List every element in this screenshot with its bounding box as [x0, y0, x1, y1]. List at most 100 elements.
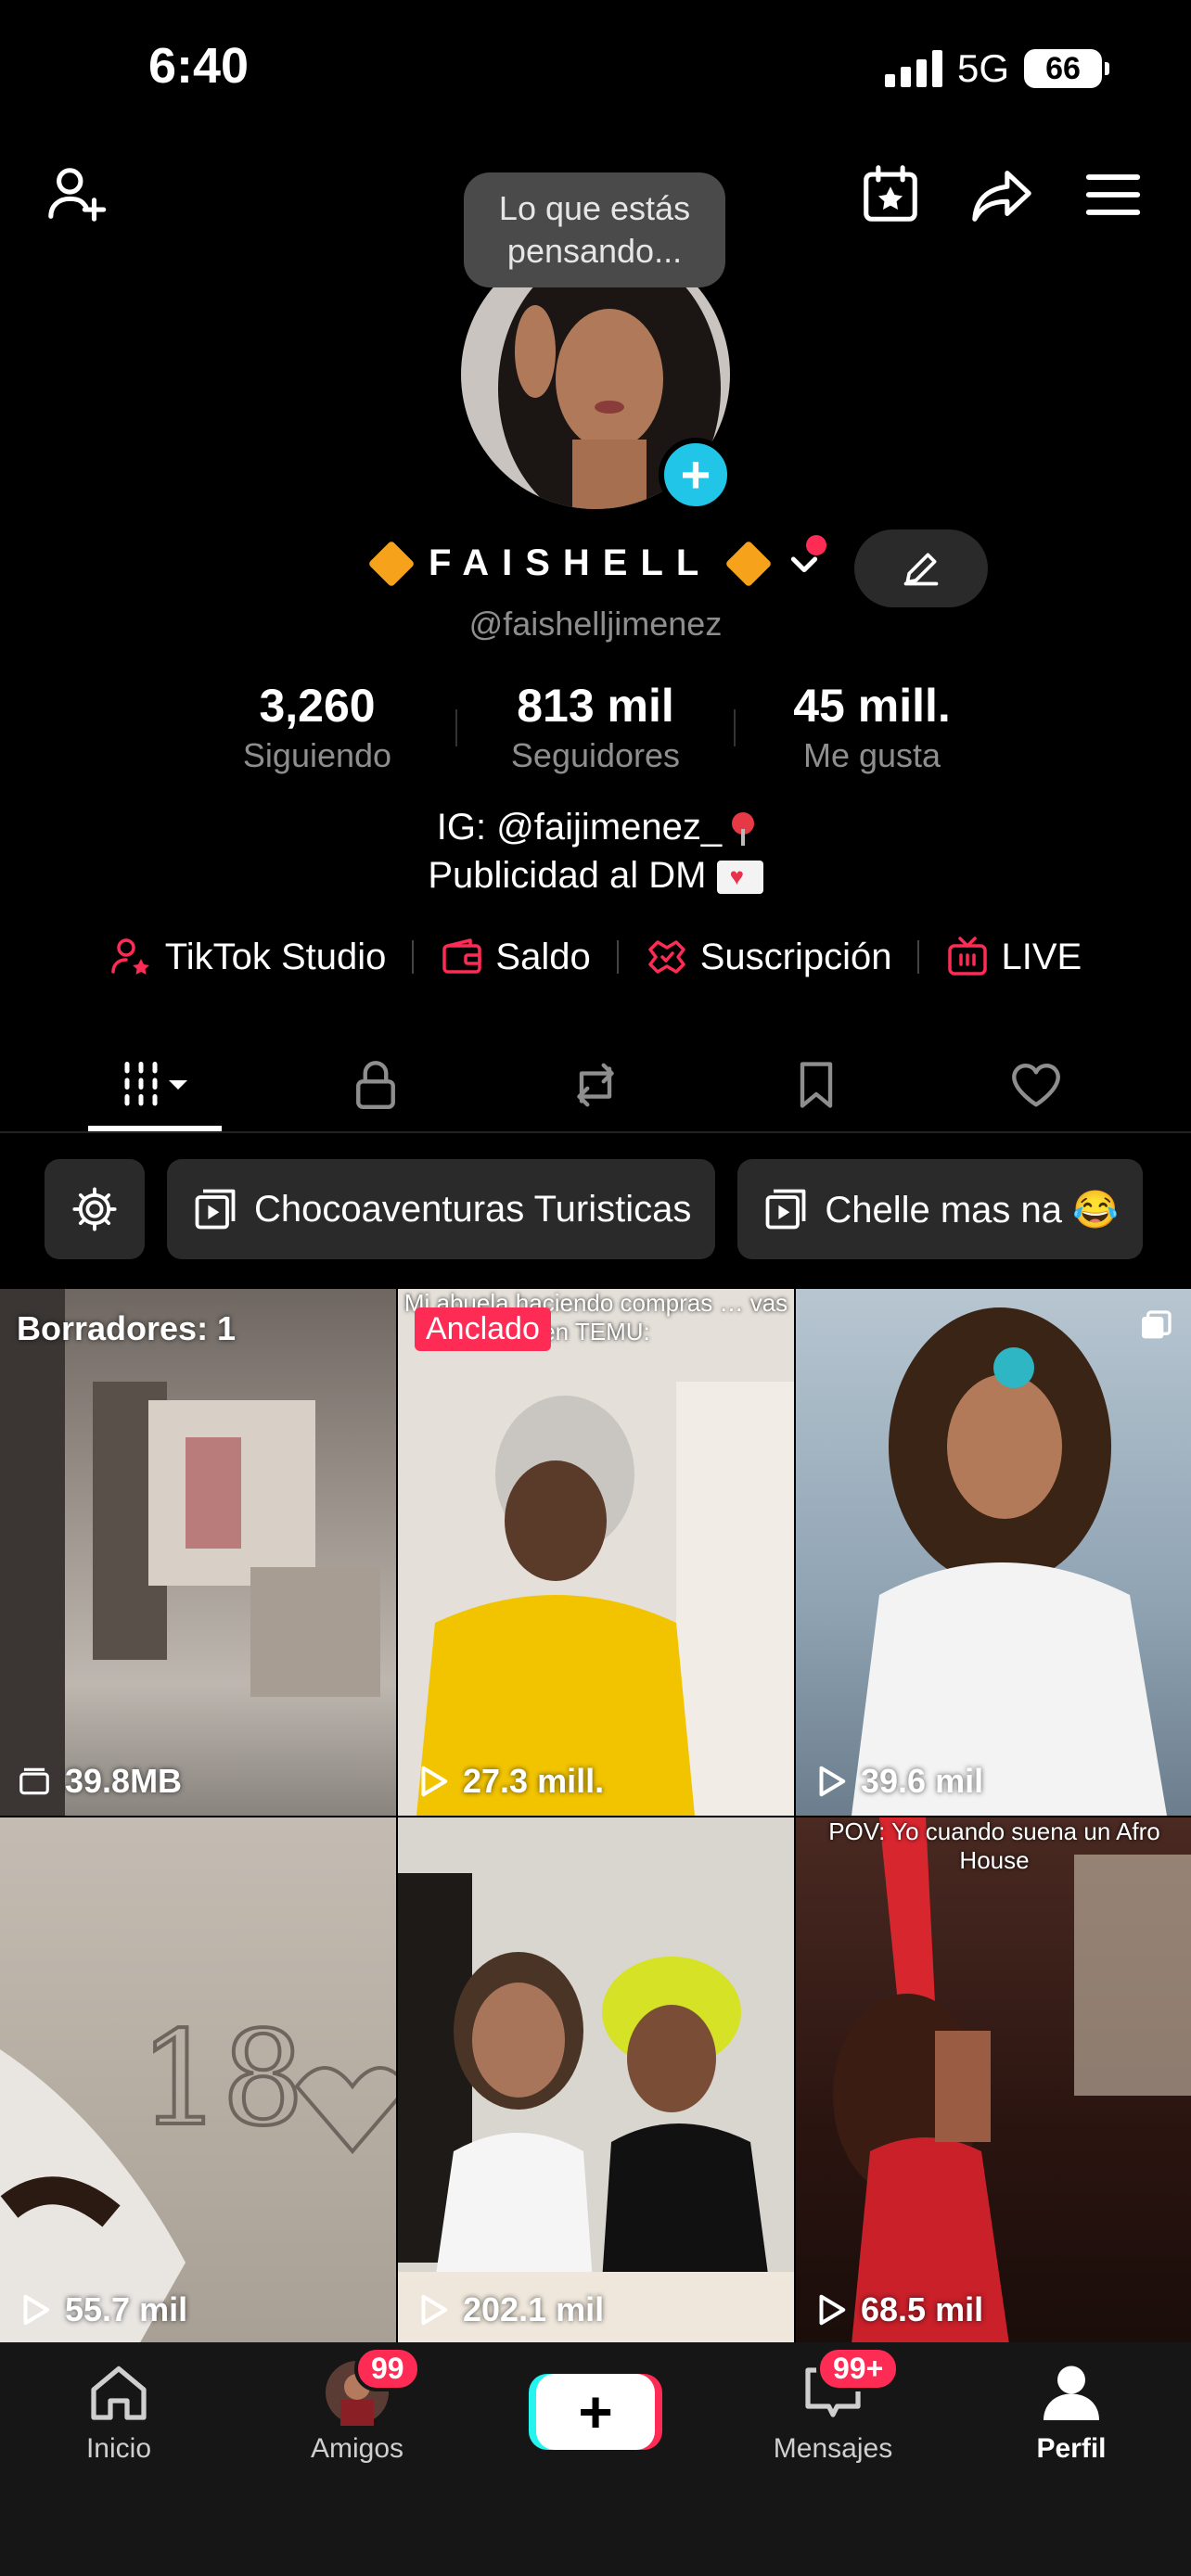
friends-badge: 99 — [354, 2346, 421, 2391]
video-thumbnail — [398, 1289, 794, 1816]
bio-dm: Publicidad al DM — [428, 855, 707, 896]
plus-icon: + — [578, 2378, 613, 2445]
playlist-icon — [195, 1189, 236, 1230]
love-letter-icon — [716, 861, 763, 895]
video-thumbnail — [833, 1817, 1191, 2344]
network-label: 5G — [956, 46, 1009, 90]
video-tile[interactable]: POV: Yo cuando suena un Afro House 68.5 … — [796, 1817, 1191, 2344]
orange-diamond-icon — [367, 540, 416, 587]
pencil-icon — [903, 553, 939, 586]
view-count-value: 27.3 mill. — [463, 1762, 605, 1800]
tab-private[interactable] — [309, 1039, 442, 1131]
following-label: Siguiendo — [242, 736, 392, 774]
add-avatar-button[interactable]: + — [659, 438, 733, 512]
view-count-value: 39.6 mil — [861, 1762, 984, 1800]
nav-home-label: Inicio — [85, 2433, 152, 2464]
status-indicators: 5G 66 — [884, 46, 1109, 91]
video-tile[interactable]: 18 55.7 mil — [0, 1817, 396, 2344]
playlist-bar: Chocoaventuras Turisticas Chelle mas na … — [45, 1159, 1143, 1259]
balance-link[interactable]: Saldo — [440, 935, 591, 979]
tabs-divider — [0, 1131, 1191, 1133]
tab-videos[interactable] — [88, 1039, 222, 1131]
tiktok-studio-label: TikTok Studio — [164, 936, 387, 977]
live-link[interactable]: LIVE — [945, 935, 1082, 979]
share-button[interactable] — [965, 158, 1039, 232]
calendar-star-button[interactable] — [853, 158, 928, 232]
drafts-tile[interactable]: Borradores: 1 39.8MB — [0, 1289, 396, 1816]
view-count: 27.3 mill. — [415, 1762, 604, 1801]
profile-tabs — [0, 1039, 1191, 1131]
add-friend-button[interactable] — [41, 158, 115, 232]
video-thumbnail — [398, 1817, 794, 2344]
repost-icon — [577, 1063, 614, 1107]
lock-icon — [356, 1061, 395, 1109]
video-tile[interactable]: 39.6 mil — [796, 1289, 1191, 1816]
playlist-label: Chocoaventuras Turisticas — [254, 1188, 692, 1230]
battery-icon: 66 — [1024, 49, 1109, 88]
profile-icon — [1044, 2366, 1099, 2420]
profile-handle: @faishelljimenez — [468, 605, 723, 643]
person-star-icon — [111, 938, 149, 975]
orange-diamond-icon — [724, 540, 773, 587]
tiktok-studio-link[interactable]: TikTok Studio — [109, 935, 387, 979]
subscription-link[interactable]: Suscripción — [645, 935, 892, 979]
video-grid: Borradores: 1 39.8MB Mi abuela haciendo … — [0, 1289, 1191, 2344]
nav-home[interactable]: Inicio — [26, 2359, 211, 2465]
playlist-chip[interactable]: Chelle mas na 😂 — [737, 1159, 1143, 1259]
status-note-bubble[interactable]: Lo que estás pensando... — [464, 172, 725, 287]
subscription-icon — [647, 940, 685, 974]
playlist-chip[interactable]: Chocoaventuras Turisticas — [167, 1159, 716, 1259]
creator-links: TikTok Studio Saldo Suscripción LIVE — [0, 935, 1191, 979]
video-tile[interactable]: 202.1 mil — [398, 1817, 794, 2344]
bio-line-2: Publicidad al DM — [0, 855, 1191, 897]
pinned-badge: Anclado — [415, 1307, 551, 1351]
notification-dot — [806, 535, 826, 555]
gear-icon — [72, 1187, 117, 1231]
playlist-icon — [765, 1189, 806, 1230]
view-count: 39.6 mil — [813, 1762, 983, 1801]
followers-label: Seguidores — [510, 736, 681, 774]
heart-icon — [1012, 1064, 1060, 1107]
bookmark-icon — [800, 1062, 833, 1108]
live-tv-icon — [948, 937, 988, 976]
followers-count: 813 mil — [517, 680, 674, 732]
video-thumbnail: 18 — [0, 2002, 396, 2344]
folder-icon — [19, 1767, 49, 1795]
stat-followers[interactable]: 813 mil Seguidores — [456, 679, 735, 775]
likes-count: 45 mill. — [793, 680, 951, 732]
messages-badge: 99+ — [816, 2346, 901, 2391]
view-count: 202.1 mil — [415, 2290, 604, 2329]
tab-reposts[interactable] — [529, 1039, 662, 1131]
edit-profile-button[interactable] — [854, 529, 988, 607]
name-switcher[interactable]: FAISHELL — [367, 540, 823, 587]
bubble-line-2: pensando... — [506, 232, 683, 270]
link-divider — [917, 940, 920, 974]
create-button[interactable]: + — [536, 2374, 655, 2450]
following-count: 3,260 — [259, 680, 376, 732]
calendar-star-icon — [864, 165, 917, 222]
view-count: 68.5 mil — [813, 2290, 983, 2329]
subscription-label: Suscripción — [699, 936, 892, 977]
video-caption: POV: Yo cuando suena un Afro House — [828, 1817, 1160, 1874]
play-icon — [421, 2294, 448, 2326]
play-icon — [819, 1766, 846, 1797]
playlist-settings-button[interactable] — [45, 1159, 145, 1259]
photo-carousel-icon — [1142, 1310, 1172, 1339]
stat-following[interactable]: 3,260 Siguiendo — [178, 679, 456, 775]
person-plus-icon — [48, 168, 107, 222]
live-label: LIVE — [1001, 936, 1082, 977]
video-tile[interactable]: Mi abuela haciendo compras … vas en TEMU… — [398, 1289, 794, 1816]
bio-line-1: IG: @faijimenez_ — [0, 807, 1191, 848]
signal-icon — [884, 50, 942, 87]
battery-level: 66 — [1045, 50, 1081, 86]
nav-profile-label: Perfil — [1036, 2433, 1107, 2464]
plus-icon: + — [680, 445, 711, 504]
view-count-value: 202.1 mil — [463, 2290, 605, 2328]
bio-instagram: IG: @faijimenez_ — [436, 807, 723, 848]
tab-liked[interactable] — [969, 1039, 1103, 1131]
tab-saved[interactable] — [749, 1039, 883, 1131]
menu-button[interactable] — [1076, 158, 1150, 232]
view-count-value: 68.5 mil — [861, 2290, 984, 2328]
nav-profile[interactable]: Perfil — [979, 2359, 1164, 2465]
stat-likes[interactable]: 45 mill. Me gusta — [733, 679, 1011, 775]
